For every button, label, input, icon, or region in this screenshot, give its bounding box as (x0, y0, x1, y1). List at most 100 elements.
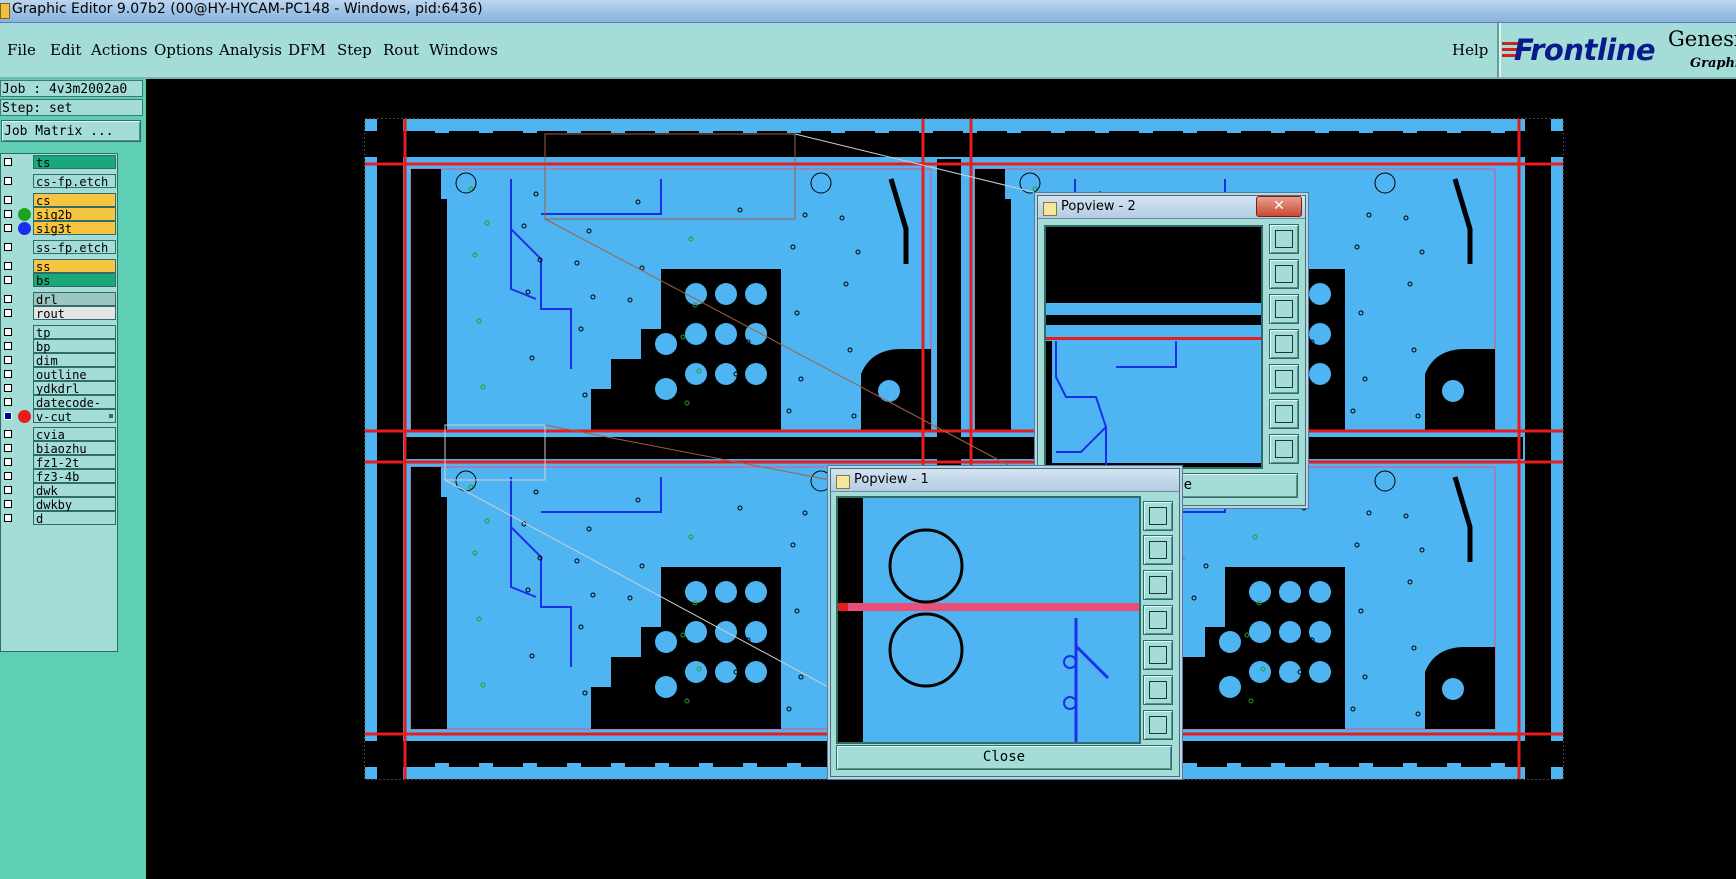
layer-row-tp[interactable]: tp (1, 325, 119, 340)
menu-rout[interactable]: Rout (383, 41, 419, 59)
layer-name[interactable]: ts (33, 155, 116, 170)
zoom-in-icon[interactable] (1143, 675, 1173, 705)
popview-1-viewport[interactable] (836, 496, 1141, 744)
layer-name[interactable]: outline (33, 367, 116, 382)
layer-row-rout[interactable]: rout (1, 306, 119, 321)
pan-down-icon[interactable] (1269, 294, 1299, 324)
popview-2-titlebar[interactable]: Popview - 2 ✕ (1038, 196, 1305, 219)
layer-name[interactable]: dim (33, 353, 116, 368)
menu-dfm[interactable]: DFM (288, 41, 326, 59)
layer-row-biaozhu[interactable]: biaozhu (1, 441, 119, 456)
layer-row-sig3t[interactable]: sig3t (1, 221, 119, 236)
layer-checkbox[interactable] (4, 158, 12, 166)
layer-checkbox[interactable] (4, 398, 12, 406)
layer-checkbox[interactable] (4, 328, 12, 336)
layer-checkbox[interactable] (4, 486, 12, 494)
pan-up-icon[interactable] (1269, 259, 1299, 289)
layer-row-ss-fp.etch[interactable]: ss-fp.etch (1, 240, 119, 255)
layer-name[interactable]: fz3-4b (33, 469, 116, 484)
zoom-box-icon[interactable] (1269, 224, 1299, 254)
layer-checkbox[interactable] (4, 309, 12, 317)
layer-row-bp[interactable]: bp (1, 339, 119, 354)
layer-checkbox[interactable] (4, 295, 12, 303)
layer-name[interactable]: fz1-2t (33, 455, 116, 470)
layer-name[interactable]: dwk (33, 483, 116, 498)
layer-name[interactable]: dwkby (33, 497, 116, 512)
layer-row-fz1-2t[interactable]: fz1-2t (1, 455, 119, 470)
layer-checkbox[interactable] (4, 444, 12, 452)
layer-name[interactable]: cs-fp.etch (33, 174, 116, 189)
layer-name[interactable]: drl (33, 292, 116, 307)
layer-name[interactable]: biaozhu (33, 441, 116, 456)
layer-row-ss[interactable]: ss (1, 259, 119, 274)
layer-row-ydkdrl[interactable]: ydkdrl (1, 381, 119, 396)
pan-left-icon[interactable] (1143, 605, 1173, 635)
pan-right-icon[interactable] (1143, 640, 1173, 670)
layer-checkbox[interactable] (4, 356, 12, 364)
menu-edit[interactable]: Edit (50, 41, 81, 59)
layer-name[interactable]: cs (33, 193, 116, 208)
layer-row-dwk[interactable]: dwk (1, 483, 119, 498)
menu-file[interactable]: File (7, 41, 36, 59)
menu-windows[interactable]: Windows (429, 41, 498, 59)
layer-name[interactable]: bp (33, 339, 116, 354)
popview-1-titlebar[interactable]: Popview - 1 (831, 469, 1179, 492)
layer-checkbox[interactable] (4, 412, 12, 420)
menu-help[interactable]: Help (1452, 41, 1488, 59)
pan-left-icon[interactable] (1269, 329, 1299, 359)
layer-name[interactable]: cvia (33, 427, 116, 442)
popview-2-window[interactable]: Popview - 2 ✕ Close (1037, 195, 1306, 506)
layer-checkbox[interactable] (4, 430, 12, 438)
layer-checkbox[interactable] (4, 514, 12, 522)
layer-name[interactable]: ydkdrl (33, 381, 116, 396)
layer-name[interactable]: d (33, 511, 116, 526)
pan-down-icon[interactable] (1143, 570, 1173, 600)
layer-checkbox[interactable] (4, 276, 12, 284)
layer-row-drl[interactable]: drl (1, 292, 119, 307)
layer-checkbox[interactable] (4, 342, 12, 350)
pan-up-icon[interactable] (1143, 535, 1173, 565)
menu-options[interactable]: Options (154, 41, 213, 59)
layer-row-outline[interactable]: outline (1, 367, 119, 382)
layer-name[interactable]: rout (33, 306, 116, 321)
menu-step[interactable]: Step (337, 41, 372, 59)
pan-right-icon[interactable] (1269, 364, 1299, 394)
popview-1-close-button[interactable]: Close (836, 745, 1172, 770)
layer-row-bs[interactable]: bs (1, 273, 119, 288)
layer-checkbox[interactable] (4, 196, 12, 204)
menu-analysis[interactable]: Analysis (219, 41, 282, 59)
layer-name[interactable]: sig2b (33, 207, 116, 222)
layer-checkbox[interactable] (4, 243, 12, 251)
layer-name[interactable]: bs (33, 273, 116, 288)
layer-checkbox[interactable] (4, 262, 12, 270)
zoom-out-icon[interactable] (1143, 710, 1173, 740)
layer-row-dwkby[interactable]: dwkby (1, 497, 119, 512)
layer-checkbox[interactable] (4, 177, 12, 185)
layer-checkbox[interactable] (4, 210, 12, 218)
close-icon[interactable]: ✕ (1256, 196, 1302, 217)
layer-name[interactable]: sig3t (33, 221, 116, 236)
layer-row-datecode-ts[interactable]: datecode-ts (1, 395, 119, 424)
layer-row-d[interactable]: d (1, 511, 119, 526)
menu-actions[interactable]: Actions (91, 41, 147, 59)
job-matrix-button[interactable]: Job Matrix ... (1, 120, 141, 142)
layer-checkbox[interactable] (4, 472, 12, 480)
layer-row-cs[interactable]: cs (1, 193, 119, 208)
layer-row-cvia[interactable]: cvia (1, 427, 119, 442)
layer-row-v-cut[interactable]: v-cut (1, 409, 119, 424)
layer-name[interactable]: ss (33, 259, 116, 274)
layer-checkbox[interactable] (4, 458, 12, 466)
layer-checkbox[interactable] (4, 224, 12, 232)
zoom-in-icon[interactable] (1269, 399, 1299, 429)
layer-row-fz3-4b[interactable]: fz3-4b (1, 469, 119, 484)
layer-row-ts[interactable]: ts (1, 155, 119, 170)
zoom-out-icon[interactable] (1269, 434, 1299, 464)
layer-checkbox[interactable] (4, 370, 12, 378)
popview-1-window[interactable]: Popview - 1 Close (830, 468, 1180, 777)
layer-checkbox[interactable] (4, 500, 12, 508)
popview-2-viewport[interactable] (1044, 225, 1263, 469)
layer-name[interactable]: tp (33, 325, 116, 340)
layer-name[interactable]: ss-fp.etch (33, 240, 116, 255)
layer-checkbox[interactable] (4, 384, 12, 392)
layer-row-sig2b[interactable]: sig2b (1, 207, 119, 222)
